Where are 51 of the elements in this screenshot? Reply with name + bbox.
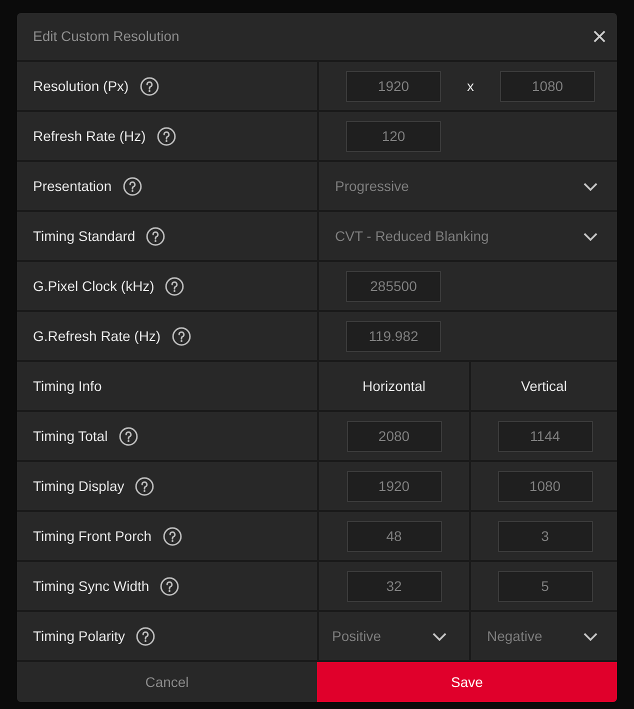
- field-label: Timing Display: [33, 476, 124, 496]
- number-input[interactable]: 1920: [346, 70, 441, 102]
- chevron-down-icon: [583, 182, 598, 190]
- number-input[interactable]: 1920: [346, 470, 442, 502]
- dialog-title: Edit Custom Resolution: [33, 27, 180, 46]
- field-label: G.Refresh Rate (Hz): [33, 326, 161, 346]
- help-icon[interactable]: [146, 226, 166, 246]
- chevron-down-icon: [432, 632, 447, 640]
- number-input[interactable]: 3: [498, 520, 592, 552]
- dropdown[interactable]: Progressive: [319, 162, 617, 210]
- field-label: Timing Info: [33, 376, 102, 396]
- chevron-down-icon: [583, 632, 598, 640]
- field-label: G.Pixel Clock (kHz): [33, 276, 154, 296]
- save-button[interactable]: Save: [317, 662, 617, 702]
- number-input[interactable]: 2080: [346, 420, 442, 452]
- help-icon[interactable]: [156, 126, 176, 146]
- help-icon[interactable]: [165, 276, 184, 296]
- help-icon[interactable]: [160, 576, 180, 596]
- number-input[interactable]: 119.982: [346, 320, 441, 352]
- help-icon[interactable]: [122, 176, 142, 196]
- number-input[interactable]: 5: [498, 570, 592, 602]
- help-icon[interactable]: [135, 476, 154, 496]
- field-label: Timing Sync Width: [33, 576, 150, 596]
- field-label: Timing Total: [33, 426, 108, 446]
- field-label: Presentation: [33, 176, 112, 196]
- field-label: Timing Standard: [33, 226, 136, 246]
- close-icon: [593, 30, 606, 43]
- help-icon[interactable]: [136, 626, 156, 646]
- multiplication-sign: x: [467, 76, 474, 96]
- number-input[interactable]: 1144: [498, 420, 592, 452]
- help-icon[interactable]: [172, 326, 191, 346]
- number-input[interactable]: 1080: [500, 70, 595, 102]
- help-icon[interactable]: [162, 526, 182, 546]
- field-label: Timing Polarity: [33, 626, 126, 646]
- field-label: Resolution (Px): [33, 76, 129, 96]
- column-header: Vertical: [521, 376, 567, 396]
- help-icon[interactable]: [140, 76, 159, 96]
- help-icon[interactable]: [118, 426, 138, 446]
- close-button[interactable]: [593, 30, 606, 43]
- dropdown[interactable]: Positive: [319, 612, 469, 660]
- dropdown[interactable]: CVT - Reduced Blanking: [319, 212, 617, 260]
- chevron-down-icon: [583, 232, 598, 240]
- field-label: Timing Front Porch: [33, 526, 152, 546]
- dropdown[interactable]: Negative: [471, 612, 617, 660]
- number-input[interactable]: 32: [346, 570, 442, 602]
- number-input[interactable]: 120: [346, 120, 441, 152]
- number-input[interactable]: 285500: [346, 270, 441, 302]
- number-input[interactable]: 1080: [498, 470, 592, 502]
- column-header: Horizontal: [362, 376, 426, 396]
- number-input[interactable]: 48: [346, 520, 442, 552]
- field-label: Refresh Rate (Hz): [33, 126, 146, 146]
